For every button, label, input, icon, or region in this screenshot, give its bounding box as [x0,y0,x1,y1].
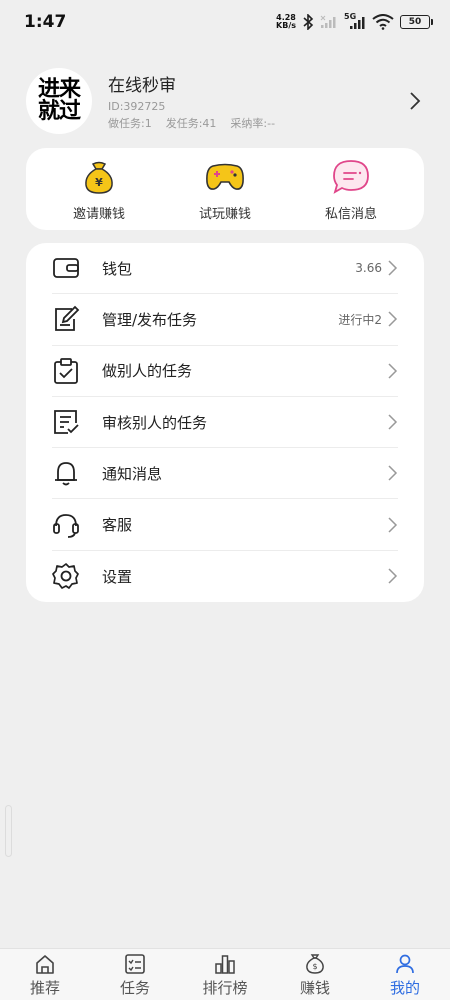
wifi-icon [372,14,394,30]
quick-action-label: 邀请赚钱 [72,206,125,222]
chevron-right-icon [388,414,398,430]
chat-bubble-icon [331,157,371,197]
menu-item-wallet[interactable]: 钱包 3.66 [52,243,398,295]
chevron-right-icon [388,260,398,276]
chevron-right-icon [388,517,398,533]
menu-label: 钱包 [102,259,133,278]
signal-strong-icon [350,17,365,29]
headset-icon [52,511,80,539]
signal-5g: 5G [344,12,366,30]
review-list-icon [52,408,80,436]
profile-info: 在线秒审 ID:392725 做任务:1 发任务:41 采纳率:-- [108,71,406,131]
chevron-right-icon [388,568,398,584]
status-bar: 1:47 4.28 KB/s 5G 50 [0,0,450,44]
status-time: 1:47 [24,12,67,32]
bottom-nav: 推荐 任务 排行榜 $ 赚钱 我的 [0,948,450,1000]
quick-action-label: 私信消息 [324,206,377,222]
earn-money-icon: $ [303,952,327,976]
wallet-icon [52,254,80,282]
task-list-icon [123,952,147,976]
nav-label: 任务 [119,978,150,997]
menu-item-review-tasks[interactable]: 审核别人的任务 [52,397,398,449]
nav-tab-mine[interactable]: 我的 [365,952,445,998]
menu-item-settings[interactable]: 设置 [52,551,398,602]
menu-item-manage-tasks[interactable]: 管理/发布任务 进行中2 [52,294,398,346]
quick-action-play[interactable]: 试玩赚钱 [170,157,280,222]
nav-label: 我的 [389,978,420,997]
chevron-right-icon[interactable] [406,89,424,113]
menu-label: 客服 [102,516,133,535]
avatar[interactable]: 进来就过 [26,68,92,134]
clipboard-check-icon [52,357,80,385]
home-icon [33,952,57,976]
nav-tab-earn[interactable]: $ 赚钱 [275,952,355,998]
money-bag-icon: ¥ [79,157,119,197]
battery-indicator: 50 [400,15,433,29]
menu-label: 审核别人的任务 [102,413,208,432]
user-icon [393,952,417,976]
menu-card: 钱包 3.66 管理/发布任务 进行中2 做别人的任务 审核别人的任务 通知消息 [26,243,424,602]
menu-label: 通知消息 [102,464,163,483]
profile-stats: 做任务:1 发任务:41 采纳率:-- [108,115,406,131]
profile-header[interactable]: 进来就过 在线秒审 ID:392725 做任务:1 发任务:41 采纳率:-- [26,66,426,136]
chevron-right-icon [388,311,398,327]
avatar-text: 进来就过 [37,77,81,124]
side-edge-handle[interactable] [5,805,12,857]
bell-icon [52,459,80,487]
menu-label: 做别人的任务 [102,362,193,381]
menu-item-customer-service[interactable]: 客服 [52,499,398,551]
nav-label: 排行榜 [202,978,248,997]
gamepad-icon [205,157,245,197]
chevron-right-icon [388,363,398,379]
nav-tab-tasks[interactable]: 任务 [95,952,175,998]
svg-text:¥: ¥ [95,176,103,189]
menu-value: 3.66 [355,261,382,276]
chevron-right-icon [388,465,398,481]
menu-label: 设置 [102,567,133,586]
gear-icon [52,562,80,590]
battery-level: 50 [408,17,422,27]
profile-id: ID:392725 [108,100,166,113]
nav-label: 推荐 [29,978,60,997]
accept-rate-stat: 采纳率:-- [230,117,276,130]
tasks-posted-stat: 发任务:41 [165,117,217,130]
quick-actions-card: ¥ 邀请赚钱 试玩赚钱 私信消息 [26,148,424,230]
bluetooth-icon [303,14,314,30]
profile-name: 在线秒审 [108,76,176,96]
nav-label: 赚钱 [299,978,330,997]
quick-action-messages[interactable]: 私信消息 [296,157,406,222]
tasks-done-stat: 做任务:1 [108,117,152,130]
ranking-icon [213,952,237,976]
menu-value: 进行中2 [338,312,382,327]
net-speed-unit: KB/s [276,21,296,30]
quick-action-label: 试玩赚钱 [198,206,251,222]
svg-text:$: $ [312,962,317,971]
menu-label: 管理/发布任务 [102,310,198,329]
signal-weak-icon [320,15,336,28]
menu-item-do-tasks[interactable]: 做别人的任务 [52,346,398,397]
menu-item-notifications[interactable]: 通知消息 [52,448,398,500]
nav-tab-ranking[interactable]: 排行榜 [185,952,265,998]
status-icons: 4.28 KB/s 5G 50 [276,12,433,30]
nav-tab-recommend[interactable]: 推荐 [5,952,85,998]
quick-action-invite[interactable]: ¥ 邀请赚钱 [44,157,154,222]
net-speed: 4.28 KB/s [276,14,296,30]
edit-icon [52,305,80,333]
